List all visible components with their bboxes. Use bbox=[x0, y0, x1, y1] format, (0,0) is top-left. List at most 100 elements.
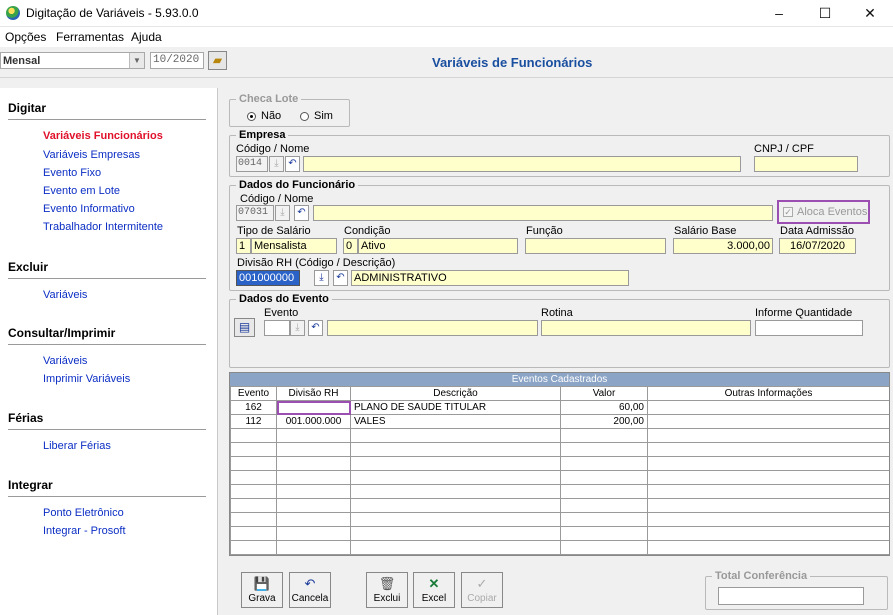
col-valor[interactable]: Valor bbox=[560, 386, 648, 401]
evento-input[interactable] bbox=[264, 320, 290, 336]
cell-valor[interactable]: 200,00 bbox=[560, 414, 648, 429]
evento-descricao bbox=[327, 320, 538, 336]
cell-divisao[interactable]: 001.000.000 bbox=[276, 414, 351, 429]
cell-outras[interactable] bbox=[647, 414, 889, 429]
menu-ajuda[interactable]: Ajuda bbox=[131, 30, 162, 44]
informe-quantidade-input[interactable] bbox=[755, 320, 863, 336]
table-row[interactable] bbox=[230, 554, 889, 555]
table-row[interactable] bbox=[230, 484, 889, 499]
divisao-codigo-input[interactable]: 001000000 bbox=[236, 270, 300, 286]
undo-icon: ↶ bbox=[297, 207, 306, 218]
chevron-down-icon[interactable]: ▼ bbox=[129, 53, 144, 68]
maximize-button[interactable]: ☐ bbox=[802, 0, 848, 26]
table-row[interactable] bbox=[230, 456, 889, 471]
minimize-button[interactable]: – bbox=[756, 0, 802, 26]
sidebar-item-evento-em-lote[interactable]: Evento em Lote bbox=[43, 185, 120, 197]
exclui-button[interactable]: 🗑 Exclui bbox=[366, 572, 408, 608]
cell-valor[interactable]: 60,00 bbox=[560, 400, 648, 415]
radio-nao[interactable] bbox=[247, 112, 256, 121]
empresa-undo-button[interactable]: ↶ bbox=[285, 156, 300, 172]
sidebar-item-trabalhador-intermitente[interactable]: Trabalhador Intermitente bbox=[43, 221, 163, 233]
funcionario-download-button[interactable]: ⤓ bbox=[275, 205, 290, 221]
divider bbox=[8, 344, 206, 345]
excel-icon: ✕ bbox=[428, 576, 440, 591]
cell-evento[interactable]: 162 bbox=[230, 400, 277, 415]
open-folder-button[interactable]: ▰ bbox=[208, 51, 227, 70]
tipo-salario-value: Mensalista bbox=[251, 238, 337, 254]
col-descricao[interactable]: Descrição bbox=[350, 386, 561, 401]
close-button[interactable]: ✕ bbox=[847, 0, 893, 26]
evento-legend: Dados do Evento bbox=[239, 293, 329, 305]
funcionario-codigo-input[interactable]: 07031 bbox=[236, 205, 274, 221]
col-evento[interactable]: Evento bbox=[230, 386, 277, 401]
sidebar-item-liberar-ferias[interactable]: Liberar Férias bbox=[43, 440, 111, 452]
book-icon: ▤ bbox=[238, 320, 251, 334]
sidebar-item-ponto-eletronico[interactable]: Ponto Eletrônico bbox=[43, 507, 124, 519]
funcionario-codigo-label: Código / Nome bbox=[240, 193, 314, 205]
save-icon: 💾 bbox=[253, 576, 271, 591]
funcionario-undo-button[interactable]: ↶ bbox=[294, 205, 309, 221]
rotina-input[interactable] bbox=[541, 320, 751, 336]
sidebar-item-variaveis-funcionarios[interactable]: Variáveis Funcionários bbox=[43, 130, 163, 142]
check-icon: ✓ bbox=[476, 576, 488, 591]
eventos-table: Evento Divisão RH Descrição Valor Outras… bbox=[230, 386, 889, 555]
excel-button[interactable]: ✕ Excel bbox=[413, 572, 455, 608]
download-icon: ⤓ bbox=[274, 158, 279, 169]
sidebar-item-evento-fixo[interactable]: Evento Fixo bbox=[43, 167, 101, 179]
eventos-grid: Eventos Cadastrados Evento Divisão RH De… bbox=[229, 372, 890, 556]
cell-divisao[interactable] bbox=[276, 400, 351, 415]
empresa-download-button[interactable]: ⤓ bbox=[269, 156, 284, 172]
informe-quantidade-label: Informe Quantidade bbox=[755, 307, 853, 319]
event-list-button[interactable]: ▤ bbox=[234, 318, 255, 337]
empresa-codigo-input[interactable]: 0014 bbox=[236, 156, 268, 172]
total-legend: Total Conferência bbox=[715, 570, 808, 582]
sidebar-item-excluir-variaveis[interactable]: Variáveis bbox=[43, 289, 87, 301]
sidebar-section-consultar: Consultar/Imprimir bbox=[8, 326, 116, 340]
menu-ferramentas[interactable]: Ferramentas bbox=[56, 30, 124, 44]
cell-descricao[interactable]: VALES bbox=[350, 414, 561, 429]
cell-descricao[interactable]: PLANO DE SAUDE TITULAR bbox=[350, 400, 561, 415]
empresa-nome-input[interactable] bbox=[303, 156, 741, 172]
col-divisao[interactable]: Divisão RH bbox=[276, 386, 351, 401]
table-row[interactable] bbox=[230, 470, 889, 485]
table-row[interactable]: 112 001.000.000 VALES 200,00 bbox=[230, 414, 889, 429]
table-row[interactable] bbox=[230, 442, 889, 457]
app-icon bbox=[6, 6, 20, 20]
cancela-button[interactable]: ↶ Cancela bbox=[289, 572, 331, 608]
cnpj-input[interactable] bbox=[754, 156, 858, 172]
cell-evento[interactable]: 112 bbox=[230, 414, 277, 429]
sidebar-item-imprimir-variaveis[interactable]: Imprimir Variáveis bbox=[43, 373, 130, 385]
menu-opcoes[interactable]: Opções bbox=[5, 30, 46, 44]
radio-sim[interactable] bbox=[300, 112, 309, 121]
period-type-select[interactable]: Mensal ▼ bbox=[0, 52, 145, 69]
funcionario-nome-input[interactable] bbox=[313, 205, 773, 221]
table-row[interactable] bbox=[230, 540, 889, 555]
evento-undo-button[interactable]: ↶ bbox=[308, 320, 323, 336]
sidebar: Digitar Variáveis Funcionários Variáveis… bbox=[0, 88, 218, 615]
col-outras[interactable]: Outras Informações bbox=[647, 386, 889, 401]
period-input[interactable]: 10/2020 bbox=[150, 52, 204, 69]
menu-bar: Opções Ferramentas Ajuda bbox=[0, 27, 893, 47]
cell-outras[interactable] bbox=[647, 400, 889, 415]
sidebar-item-consultar-variaveis[interactable]: Variáveis bbox=[43, 355, 87, 367]
table-row[interactable] bbox=[230, 512, 889, 527]
funcao-value bbox=[525, 238, 666, 254]
funcionario-legend: Dados do Funcionário bbox=[239, 179, 356, 191]
undo-icon: ↶ bbox=[336, 272, 345, 283]
sidebar-item-integrar-prosoft[interactable]: Integrar - Prosoft bbox=[43, 525, 126, 537]
sidebar-item-evento-informativo[interactable]: Evento Informativo bbox=[43, 203, 135, 215]
evento-download-button[interactable]: ⤓ bbox=[290, 320, 305, 336]
table-row[interactable]: 162 PLANO DE SAUDE TITULAR 60,00 bbox=[230, 400, 889, 415]
table-row[interactable] bbox=[230, 428, 889, 443]
grava-button[interactable]: 💾 Grava bbox=[241, 572, 283, 608]
divisao-descricao[interactable]: ADMINISTRATIVO bbox=[351, 270, 629, 286]
copiar-button[interactable]: ✓ Copiar bbox=[461, 572, 503, 608]
divisao-undo-button[interactable]: ↶ bbox=[333, 270, 348, 286]
table-row[interactable] bbox=[230, 498, 889, 513]
divisao-download-button[interactable]: ⤓ bbox=[314, 270, 329, 286]
sidebar-section-integrar: Integrar bbox=[8, 478, 53, 492]
sidebar-item-variaveis-empresas[interactable]: Variáveis Empresas bbox=[43, 149, 140, 161]
table-row[interactable] bbox=[230, 526, 889, 541]
aloca-eventos-checkbox[interactable]: ✓ bbox=[783, 207, 793, 217]
radio-sim-label: Sim bbox=[314, 110, 333, 122]
